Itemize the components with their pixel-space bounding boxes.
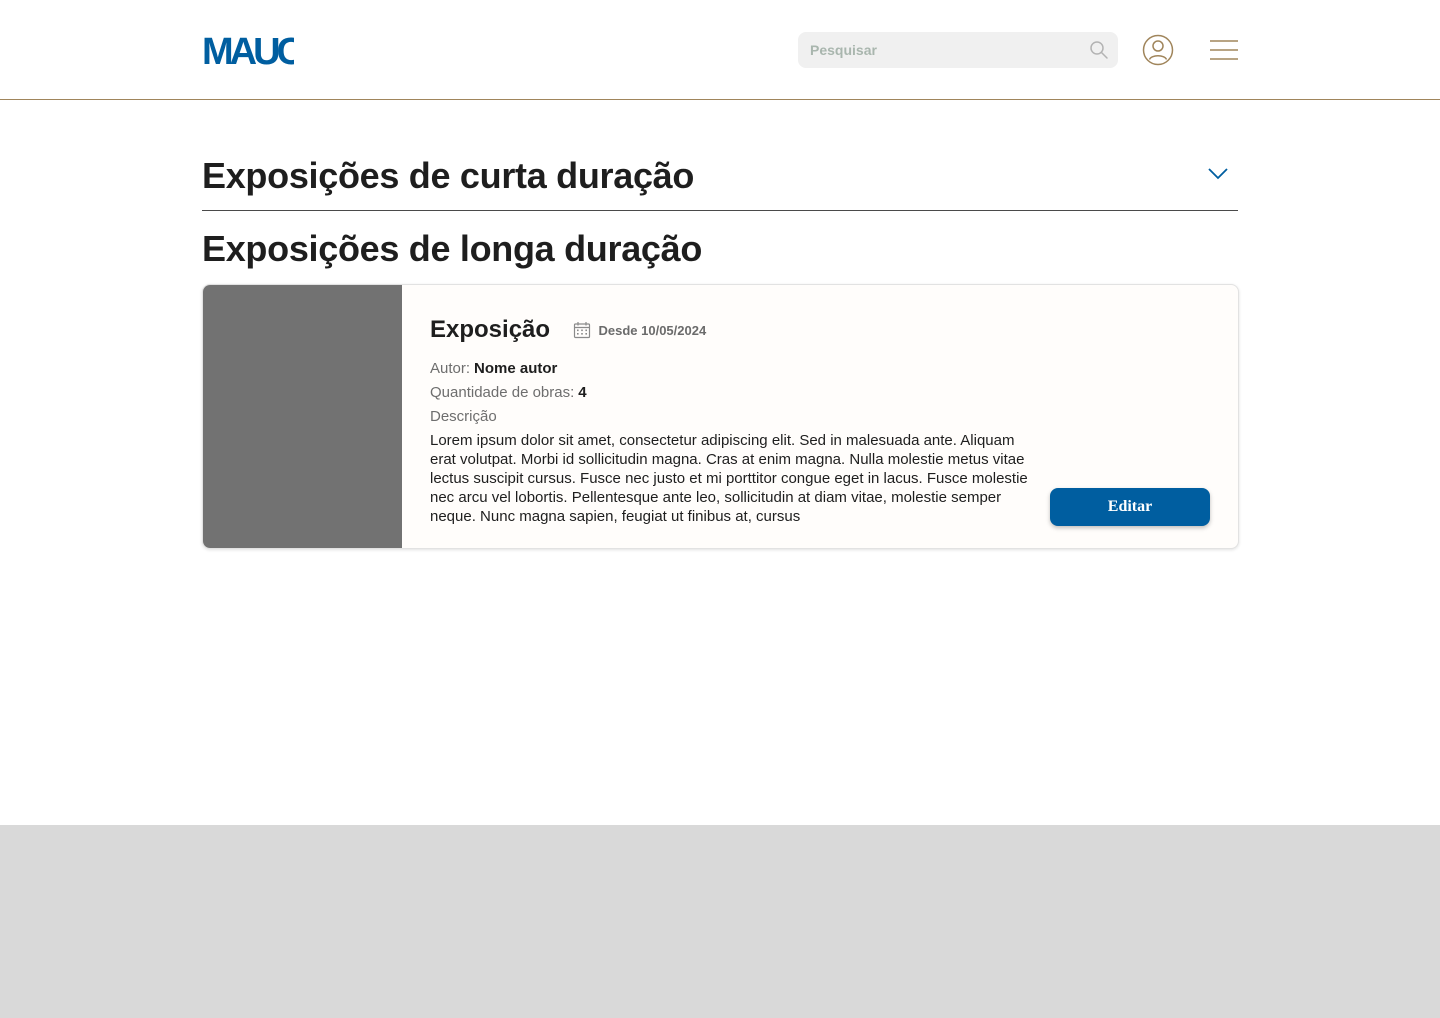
author-row: Autor: Nome autor [430, 357, 1030, 381]
works-count-value: 4 [578, 384, 587, 401]
author-value: Nome autor [474, 360, 558, 377]
hamburger-menu-icon[interactable] [1209, 38, 1239, 62]
edit-button[interactable]: Editar [1050, 488, 1210, 526]
short-exhibitions-accordion[interactable]: Exposições de curta duração [202, 140, 1238, 211]
user-icon[interactable] [1142, 34, 1174, 66]
exhibition-image-placeholder [203, 285, 402, 548]
works-count-row: Quantidade de obras: 4 [430, 381, 1030, 405]
description-label: Descrição [430, 408, 497, 425]
exhibition-details: Exposição Desde 10/05/2024 Autor: Nome a… [430, 315, 1030, 526]
exhibition-date-text: Desde 10/05/2024 [598, 322, 707, 338]
exhibition-title: Exposição [430, 316, 551, 343]
exhibition-card: Exposição Desde 10/05/2024 Autor: Nome a… [202, 284, 1239, 549]
works-count-label: Quantidade de obras: [430, 384, 575, 401]
search-bar [798, 32, 1118, 68]
site-header: MAUC [0, 0, 1440, 100]
site-footer [0, 825, 1440, 1018]
description-text: Lorem ipsum dolor sit amet, consectetur … [430, 432, 1028, 525]
search-icon[interactable] [1089, 40, 1109, 60]
chevron-down-icon[interactable] [1207, 165, 1229, 181]
calendar-icon [573, 322, 590, 339]
author-label: Autor: [430, 360, 471, 377]
logo-text: MAUC [202, 32, 294, 66]
search-input[interactable] [798, 32, 1118, 68]
long-exhibitions-title: Exposições de longa duração [202, 228, 703, 269]
exhibition-date: Desde 10/05/2024 [573, 321, 707, 339]
mauc-logo[interactable]: MAUC [202, 32, 294, 66]
short-exhibitions-title: Exposições de curta duração [202, 155, 695, 196]
